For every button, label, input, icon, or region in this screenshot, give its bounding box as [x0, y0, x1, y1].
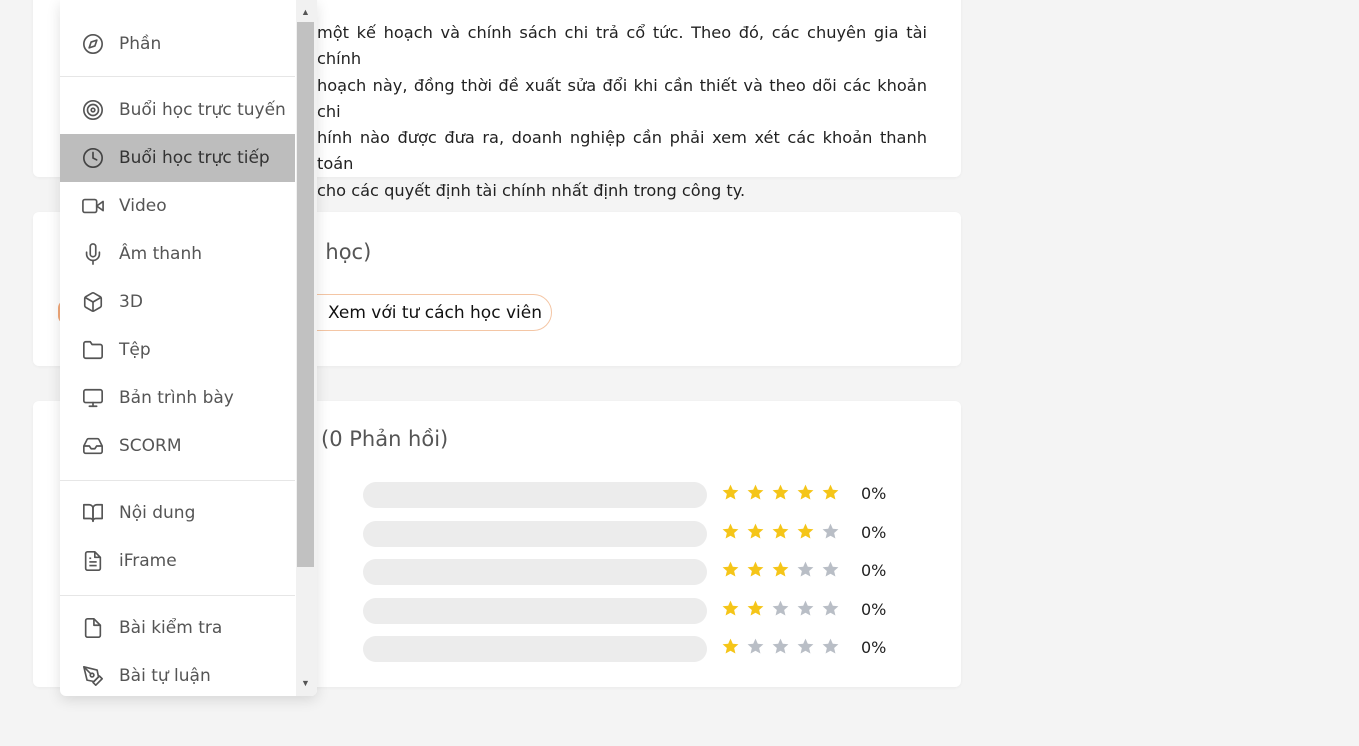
- rating-row-3: 0%: [363, 559, 923, 585]
- star-group: [721, 483, 840, 502]
- scroll-up-arrow-icon[interactable]: ▲: [299, 6, 312, 18]
- folder-icon: [82, 339, 104, 361]
- star-group: [721, 522, 840, 541]
- star-empty-icon: [822, 638, 839, 654]
- rating-bar: [363, 636, 707, 662]
- star-filled-icon: [747, 523, 764, 539]
- book-open-icon: [82, 502, 104, 524]
- menu-item-label: SCORM: [119, 436, 182, 456]
- menu-item-content[interactable]: Nội dung: [60, 489, 295, 537]
- file-text-icon: [82, 550, 104, 572]
- rating-row-1: 0%: [363, 636, 923, 662]
- star-empty-icon: [797, 638, 814, 654]
- star-filled-icon: [772, 484, 789, 500]
- rating-row-2: 0%: [363, 598, 923, 624]
- rating-row-5: 0%: [363, 482, 923, 508]
- file-icon: [82, 617, 104, 639]
- menu-item-presentation[interactable]: Bản trình bày: [60, 374, 295, 422]
- rating-bar: [363, 521, 707, 547]
- pen-tool-icon: [82, 665, 104, 687]
- menu-item-scorm[interactable]: SCORM: [60, 422, 295, 470]
- star-filled-icon: [772, 523, 789, 539]
- star-empty-icon: [772, 600, 789, 616]
- menu-item-section[interactable]: Phần: [60, 20, 295, 68]
- star-filled-icon: [822, 484, 839, 500]
- star-group: [721, 560, 840, 579]
- description-line: hoạch này, đồng thời đề xuất sửa đổi khi…: [317, 75, 927, 121]
- menu-item-label: Video: [119, 196, 167, 216]
- menu-item-audio[interactable]: Âm thanh: [60, 230, 295, 278]
- description-line: một kế hoạch và chính sách chi trả cổ tứ…: [317, 23, 927, 69]
- star-filled-icon: [747, 561, 764, 577]
- menu-item-iframe[interactable]: iFrame: [60, 537, 295, 585]
- star-filled-icon: [797, 484, 814, 500]
- star-filled-icon: [797, 523, 814, 539]
- star-filled-icon: [722, 561, 739, 577]
- menu-scrollbar-thumb[interactable]: [297, 22, 314, 567]
- view-as-student-button[interactable]: Xem với tư cách học viên: [298, 294, 552, 331]
- rating-percent: 0%: [861, 484, 887, 503]
- menu-item-label: Bản trình bày: [119, 388, 234, 408]
- menu-divider: [60, 76, 295, 77]
- compass-icon: [82, 33, 104, 55]
- star-filled-icon: [722, 484, 739, 500]
- menu-item-label: Buổi học trực tiếp: [119, 148, 270, 168]
- rating-percent: 0%: [861, 523, 887, 542]
- menu-item-online-session[interactable]: Buổi học trực tuyến: [60, 86, 295, 134]
- menu-item-label: 3D: [119, 292, 143, 312]
- rating-percent: 0%: [861, 561, 887, 580]
- star-filled-icon: [772, 561, 789, 577]
- star-empty-icon: [797, 600, 814, 616]
- menu-item-label: Nội dung: [119, 503, 196, 523]
- star-filled-icon: [722, 523, 739, 539]
- target-icon: [82, 99, 104, 121]
- rating-bar: [363, 598, 707, 624]
- reviews-title: (0 Phản hồi): [321, 427, 449, 451]
- star-group: [721, 599, 840, 618]
- menu-item-file[interactable]: Tệp: [60, 326, 295, 374]
- star-empty-icon: [772, 638, 789, 654]
- rating-percent: 0%: [861, 600, 887, 619]
- star-empty-icon: [822, 523, 839, 539]
- description-line: hính nào được đưa ra, doanh nghiệp cần p…: [317, 128, 927, 174]
- clock-icon: [82, 147, 104, 169]
- menu-item-in-person-session[interactable]: Buổi học trực tiếp: [60, 134, 295, 182]
- microphone-icon: [82, 243, 104, 265]
- star-empty-icon: [822, 561, 839, 577]
- menu-item-label: Âm thanh: [119, 244, 202, 264]
- menu-item-3d[interactable]: 3D: [60, 278, 295, 326]
- rating-bar: [363, 482, 707, 508]
- monitor-icon: [82, 387, 104, 409]
- description-line: cho các quyết định tài chính nhất định t…: [317, 180, 746, 200]
- star-filled-icon: [722, 600, 739, 616]
- star-filled-icon: [747, 600, 764, 616]
- rating-row-4: 0%: [363, 521, 923, 547]
- menu-divider: [60, 595, 295, 596]
- rating-bar: [363, 559, 707, 585]
- inbox-icon: [82, 435, 104, 457]
- star-empty-icon: [797, 561, 814, 577]
- star-group: [721, 637, 840, 656]
- star-empty-icon: [822, 600, 839, 616]
- rating-percent: 0%: [861, 638, 887, 657]
- menu-item-label: Buổi học trực tuyến: [119, 100, 286, 120]
- menu-divider: [60, 480, 295, 481]
- menu-item-label: iFrame: [119, 551, 177, 571]
- course-description: một kế hoạch và chính sách chi trả cổ tứ…: [317, 20, 927, 204]
- menu-item-video[interactable]: Video: [60, 182, 295, 230]
- menu-item-quiz[interactable]: Bài kiểm tra: [60, 604, 295, 652]
- star-filled-icon: [722, 638, 739, 654]
- cube-icon: [82, 291, 104, 313]
- menu-item-label: Tệp: [119, 340, 151, 360]
- add-content-dropdown: Phần Buổi học trực tuyến Buổi học trực t…: [60, 0, 317, 696]
- menu-item-label: Bài tự luận: [119, 666, 211, 686]
- menu-item-label: Bài kiểm tra: [119, 618, 223, 638]
- video-camera-icon: [82, 195, 104, 217]
- star-filled-icon: [747, 484, 764, 500]
- menu-item-label: Phần: [119, 34, 162, 54]
- scroll-down-arrow-icon[interactable]: ▼: [299, 677, 312, 689]
- star-empty-icon: [747, 638, 764, 654]
- menu-item-essay[interactable]: Bài tự luận: [60, 652, 295, 696]
